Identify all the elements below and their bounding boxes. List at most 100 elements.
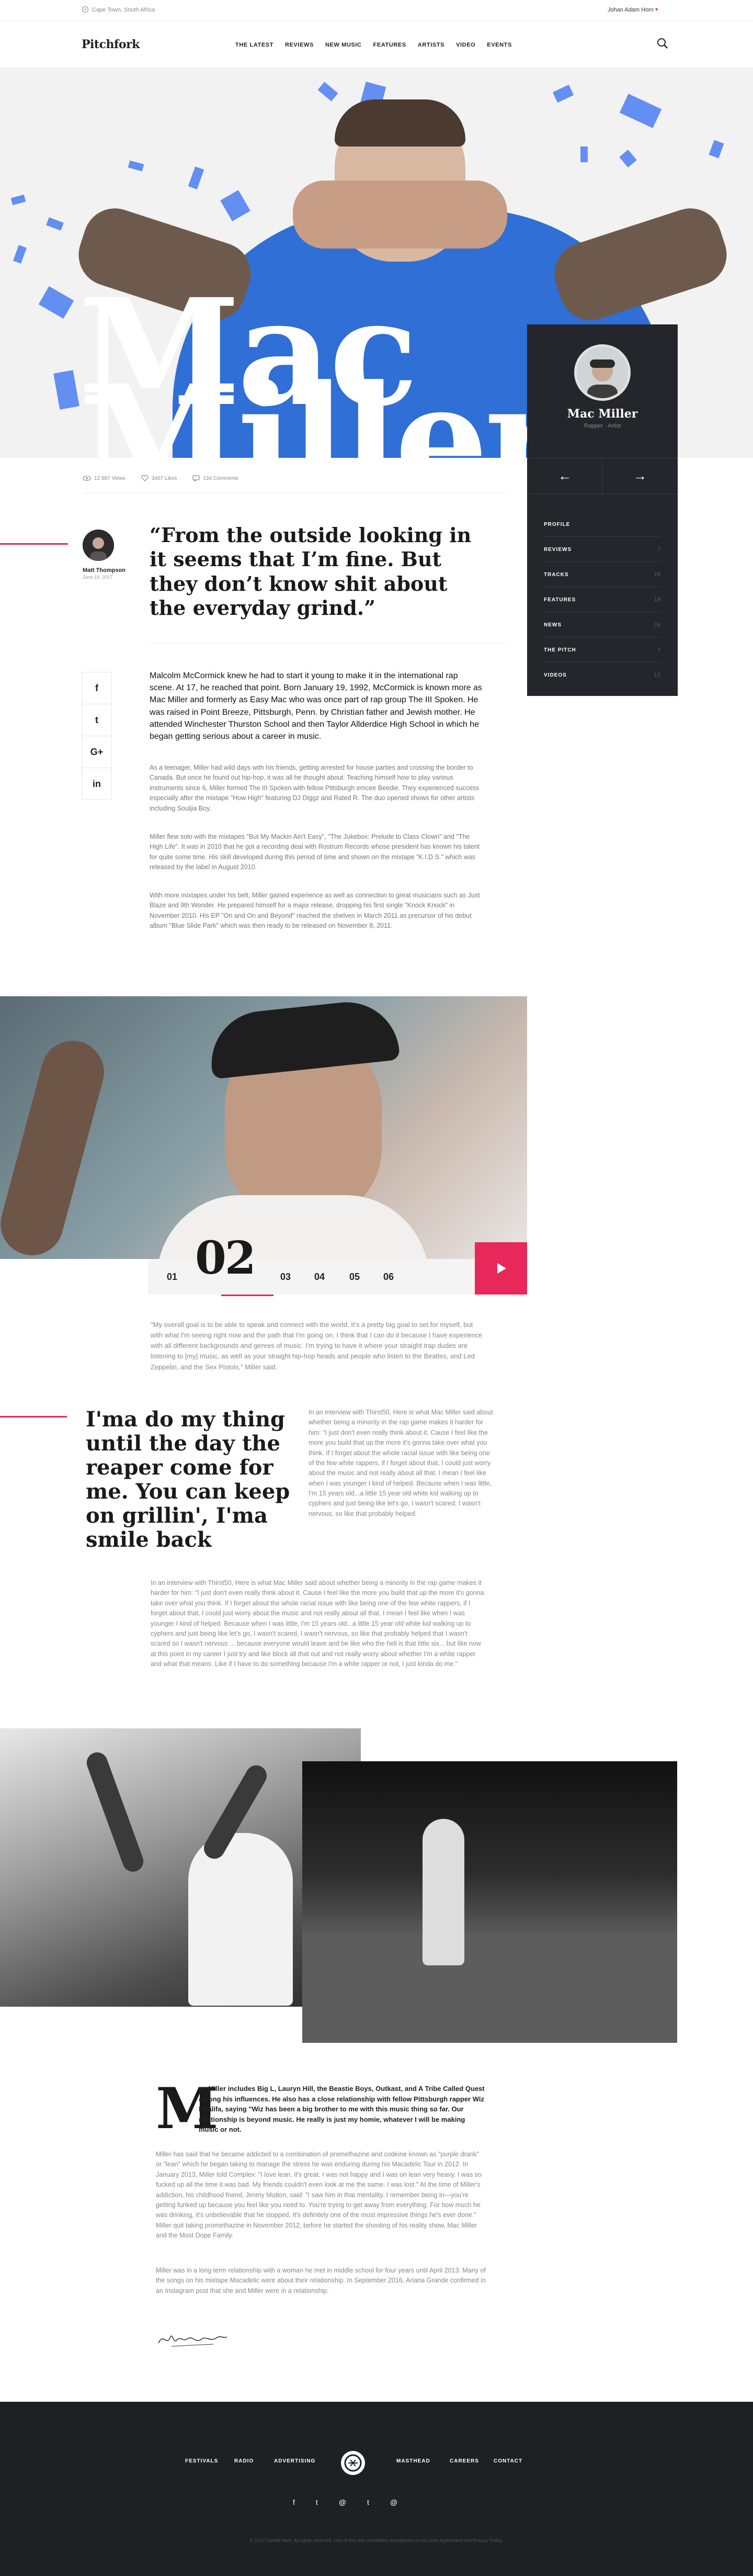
google-plus-icon[interactable]: G+: [82, 736, 111, 768]
slide-number[interactable]: 06: [383, 1272, 394, 1283]
hero-title-line-2: Miller.: [78, 353, 596, 458]
social-share-bar: f t G+ in: [82, 672, 112, 800]
nav-item-reviews[interactable]: REVIEWS: [285, 42, 314, 48]
artist-name: Mac Miller: [567, 407, 638, 421]
arrow-left-icon[interactable]: ←: [554, 468, 575, 484]
artist-card: Mac Miller Rapper · Artist ← → PROFILE R…: [527, 324, 678, 696]
footer-link-careers[interactable]: CAREERS: [450, 2458, 479, 2464]
confetti-shape: [128, 160, 144, 172]
confetti-shape: [220, 190, 250, 221]
slide-active-indicator: [221, 1295, 273, 1296]
play-button[interactable]: [475, 1242, 527, 1295]
article-paragraph: Miller was in a long term relationship w…: [156, 2267, 486, 2294]
artist-menu-pitch[interactable]: THE PITCH 7: [544, 637, 661, 662]
linkedin-icon[interactable]: in: [82, 768, 111, 800]
confetti-shape: [13, 245, 27, 264]
artist-avatar: [574, 344, 631, 401]
site-logo[interactable]: Pitchfork: [82, 38, 140, 51]
site-footer: FESTIVALS RADIO ADVERTISING MASTHEAD CAR…: [0, 2402, 753, 2576]
facebook-icon[interactable]: f: [82, 672, 111, 704]
confetti-shape: [38, 286, 74, 319]
footer-link-masthead[interactable]: MASTHEAD: [396, 2458, 430, 2464]
twitter-icon[interactable]: t: [316, 2498, 318, 2506]
article-lead: Malcolm McCormick knew he had to start i…: [150, 671, 482, 741]
author-avatar[interactable]: [83, 530, 114, 561]
article-paragraph: Miller flew solo with the mixtapes "But …: [150, 833, 480, 871]
article-paragraph: Miller has said that he became addicted …: [156, 2151, 482, 2239]
artist-menu-count: 24: [654, 622, 661, 628]
nav-item-features[interactable]: FEATURES: [373, 42, 406, 48]
article-quote: “From the outside looking in it seems th…: [150, 523, 472, 620]
artist-menu-label: PROFILE: [544, 522, 571, 527]
artist-menu-tracks[interactable]: TRACKS 29: [544, 562, 661, 587]
article-paragraph: In an interview with Thirst50, Here is w…: [151, 1579, 484, 1668]
photo-arm: [84, 1749, 146, 1875]
confetti-shape: [580, 147, 588, 162]
search-icon[interactable]: [656, 37, 669, 50]
artist-menu-label: THE PITCH: [544, 647, 576, 653]
comments-stat[interactable]: 134 Comments: [192, 475, 238, 481]
artist-menu-count: 12: [654, 672, 661, 678]
artist-menu-label: FEATURES: [544, 597, 576, 603]
nav-menu: THE LATEST REVIEWS NEW MUSIC FEATURES AR…: [235, 42, 512, 48]
likes-stat[interactable]: 3467 Likes: [141, 475, 177, 481]
main-nav: Pitchfork THE LATEST REVIEWS NEW MUSIC F…: [0, 21, 753, 68]
footer-link-radio[interactable]: RADIO: [234, 2458, 254, 2464]
gallery-image: [0, 996, 527, 1259]
footer-link-festivals[interactable]: FESTIVALS: [185, 2458, 218, 2464]
footer-social: f t @ t @: [293, 2498, 397, 2506]
artist-menu-news[interactable]: NEWS 24: [544, 612, 661, 637]
artist-menu-label: VIDEOS: [544, 672, 567, 678]
footer-link-advertising[interactable]: ADVERTISING: [274, 2458, 315, 2464]
nav-item-artists[interactable]: ARTISTS: [418, 42, 444, 48]
nav-item-video[interactable]: VIDEO: [456, 42, 475, 48]
photo-crowd: [302, 1934, 677, 2043]
concert-image-2: [302, 1761, 677, 2043]
article-paragraph: With more mixtapes under his belt, Mille…: [150, 892, 480, 930]
article-paragraph: As a teenager, Miller had wild days with…: [150, 764, 480, 812]
artist-role: Rapper · Artist: [584, 423, 621, 429]
twitter-icon[interactable]: t: [82, 704, 111, 736]
slide-number[interactable]: 04: [314, 1272, 325, 1283]
chevron-down-icon[interactable]: ▼: [654, 7, 659, 12]
confetti-shape: [46, 217, 64, 231]
footer-link-contact[interactable]: CONTACT: [494, 2458, 522, 2464]
author-name[interactable]: Matt Thompson: [83, 567, 126, 573]
views-stat: 12 587 Views: [83, 475, 126, 481]
photo-performer: [423, 1819, 464, 1965]
user-menu[interactable]: Johan Adam Horn: [608, 7, 654, 13]
author-date: June 18, 2017: [83, 575, 113, 580]
slide-current: 02: [195, 1232, 256, 1285]
tumblr-icon[interactable]: t: [367, 2498, 369, 2506]
footer-logo[interactable]: [341, 2451, 365, 2475]
artist-menu-count: 7: [657, 547, 661, 553]
artist-menu-features[interactable]: FEATURES 18: [544, 587, 661, 612]
slide-number[interactable]: 03: [280, 1272, 291, 1283]
slider-pager: 01 02 03 04 05 06: [148, 1232, 527, 1296]
artist-menu-label: REVIEWS: [544, 547, 572, 553]
hero-person-hands: [293, 181, 507, 249]
top-bar: Cape Town, South Africa Johan Adam Horn …: [0, 0, 753, 21]
play-icon: [497, 1263, 506, 1274]
instagram-icon[interactable]: @: [339, 2498, 346, 2506]
nav-item-latest[interactable]: THE LATEST: [235, 42, 273, 48]
arrow-right-icon[interactable]: →: [630, 468, 651, 484]
artist-menu-profile[interactable]: PROFILE: [544, 512, 661, 537]
accent-line: [0, 543, 68, 545]
views-count: 12 587 Views: [94, 475, 126, 481]
pitchfork-logo-icon: [344, 2454, 362, 2472]
artist-menu-reviews[interactable]: REVIEWS 7: [544, 537, 661, 562]
artist-menu-label: NEWS: [544, 622, 562, 628]
nav-item-events[interactable]: EVENTS: [487, 42, 512, 48]
nav-item-new-music[interactable]: NEW MUSIC: [325, 42, 362, 48]
pinterest-icon[interactable]: @: [390, 2498, 397, 2506]
slide-number[interactable]: 05: [349, 1272, 360, 1283]
confetti-shape: [619, 149, 637, 168]
slide-number[interactable]: 01: [167, 1272, 177, 1283]
heart-icon: [141, 475, 149, 481]
artist-nav-arrows: ← →: [527, 458, 678, 495]
artist-menu-videos[interactable]: VIDEOS 12: [544, 662, 661, 688]
facebook-icon[interactable]: f: [293, 2498, 295, 2506]
confetti-shape: [10, 194, 26, 206]
eye-icon: [83, 476, 91, 481]
